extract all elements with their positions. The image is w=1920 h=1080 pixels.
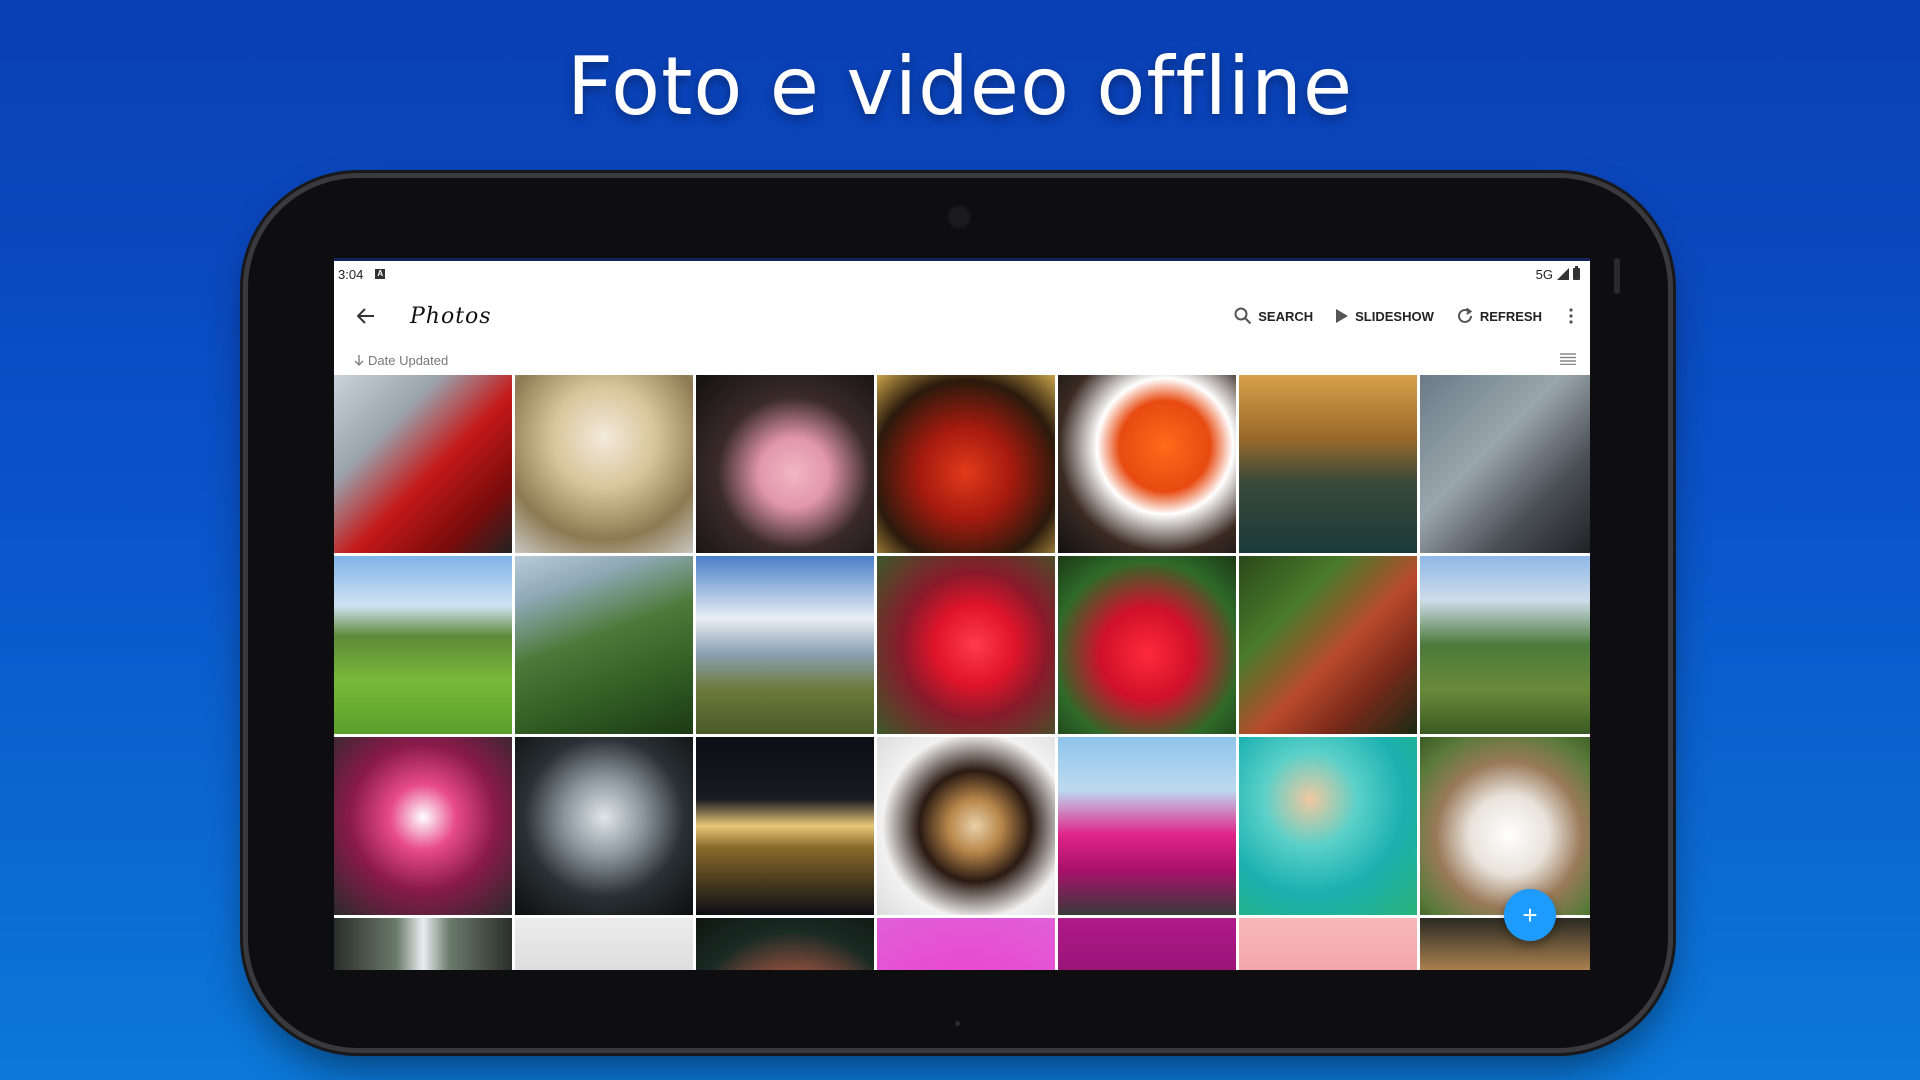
list-view-icon[interactable] (1560, 352, 1576, 368)
photo-grid (334, 375, 1590, 970)
photo-thumbnail-snowy-alps-hikers[interactable] (696, 556, 874, 734)
search-label: SEARCH (1258, 308, 1314, 324)
photo-thumbnail-floral-dress-art[interactable] (334, 737, 512, 915)
more-options-icon[interactable] (1566, 308, 1576, 324)
play-icon (1336, 309, 1349, 323)
status-bar: 3:04 A 5G (334, 261, 1590, 287)
photo-thumbnail-palm-sunset[interactable] (1420, 918, 1590, 970)
photo-thumbnail-yellow-flower[interactable] (877, 918, 1055, 970)
app-screen: 3:04 A 5G Photos SEARCH SLIDESHOW REFRES… (334, 258, 1590, 970)
photo-thumbnail-woman-pigeons[interactable] (1420, 375, 1590, 553)
sort-label: Date Updated (368, 352, 449, 368)
photo-thumbnail-terraced-valley[interactable] (1420, 556, 1590, 734)
photo-thumbnail-venice-canal[interactable] (1239, 375, 1417, 553)
photo-thumbnail-red-pagoda[interactable] (1239, 556, 1417, 734)
photo-thumbnail-latte-croissant[interactable] (877, 737, 1055, 915)
photo-thumbnail-pink-cocktails[interactable] (1058, 737, 1236, 915)
page-title: Photos (410, 303, 492, 329)
battery-icon (1573, 266, 1580, 280)
back-arrow-icon[interactable] (352, 302, 380, 330)
bottom-sensor (955, 1021, 960, 1026)
photo-thumbnail-cable-car-meadow[interactable] (334, 556, 512, 734)
photo-thumbnail-red-carnival-costume[interactable] (877, 375, 1055, 553)
status-time: 3:04 (338, 266, 364, 282)
photo-thumbnail-palace-night-reflection[interactable] (696, 737, 874, 915)
photo-thumbnail-venetian-mask-gold[interactable] (515, 375, 693, 553)
photo-thumbnail-pink-coral[interactable] (1239, 918, 1417, 970)
slideshow-label: SLIDESHOW (1355, 308, 1434, 324)
photo-thumbnail-red-sports-car[interactable] (334, 375, 512, 553)
headline: Foto e video offline (566, 40, 1354, 133)
search-button[interactable]: SEARCH (1234, 307, 1313, 325)
camera-icon (946, 204, 972, 230)
tablet-frame: 3:04 A 5G Photos SEARCH SLIDESHOW REFRES… (248, 178, 1668, 1048)
photo-thumbnail-red-tulips-field[interactable] (1058, 556, 1236, 734)
sort-control[interactable]: Date Updated (354, 353, 448, 368)
photo-thumbnail-red-tulip-drops[interactable] (877, 556, 1055, 734)
plus-icon: + (1522, 900, 1538, 930)
photo-thumbnail-snorkel-diver[interactable] (1239, 737, 1417, 915)
signal-icon (1557, 268, 1569, 280)
photo-thumbnail-black-stones[interactable] (515, 918, 693, 970)
notification-icon: A (375, 269, 386, 279)
side-button (1614, 258, 1620, 294)
refresh-label: REFRESH (1479, 308, 1542, 324)
photo-thumbnail-glass-dome-night[interactable] (515, 737, 693, 915)
refresh-icon (1457, 307, 1473, 323)
network-label: 5G (1535, 266, 1553, 282)
photo-thumbnail-flamingo-water[interactable] (696, 918, 874, 970)
app-bar: Photos SEARCH SLIDESHOW REFRESH (334, 287, 1590, 345)
refresh-button[interactable]: REFRESH (1456, 307, 1542, 325)
arrow-down-icon (354, 355, 364, 366)
add-button[interactable]: + (1504, 889, 1556, 941)
photo-thumbnail-waterfall[interactable] (334, 918, 512, 970)
search-icon (1234, 307, 1252, 325)
photo-thumbnail-green-mountain-ridge[interactable] (515, 556, 693, 734)
photo-thumbnail-cow-closeup[interactable] (1420, 737, 1590, 915)
slideshow-button[interactable]: SLIDESHOW (1335, 308, 1434, 324)
sort-bar: Date Updated (334, 345, 1590, 375)
photo-thumbnail-orange-hat-mask[interactable] (1058, 375, 1236, 553)
photo-thumbnail-magenta-fronds[interactable] (1058, 918, 1236, 970)
photo-thumbnail-pink-flamingo[interactable] (696, 375, 874, 553)
